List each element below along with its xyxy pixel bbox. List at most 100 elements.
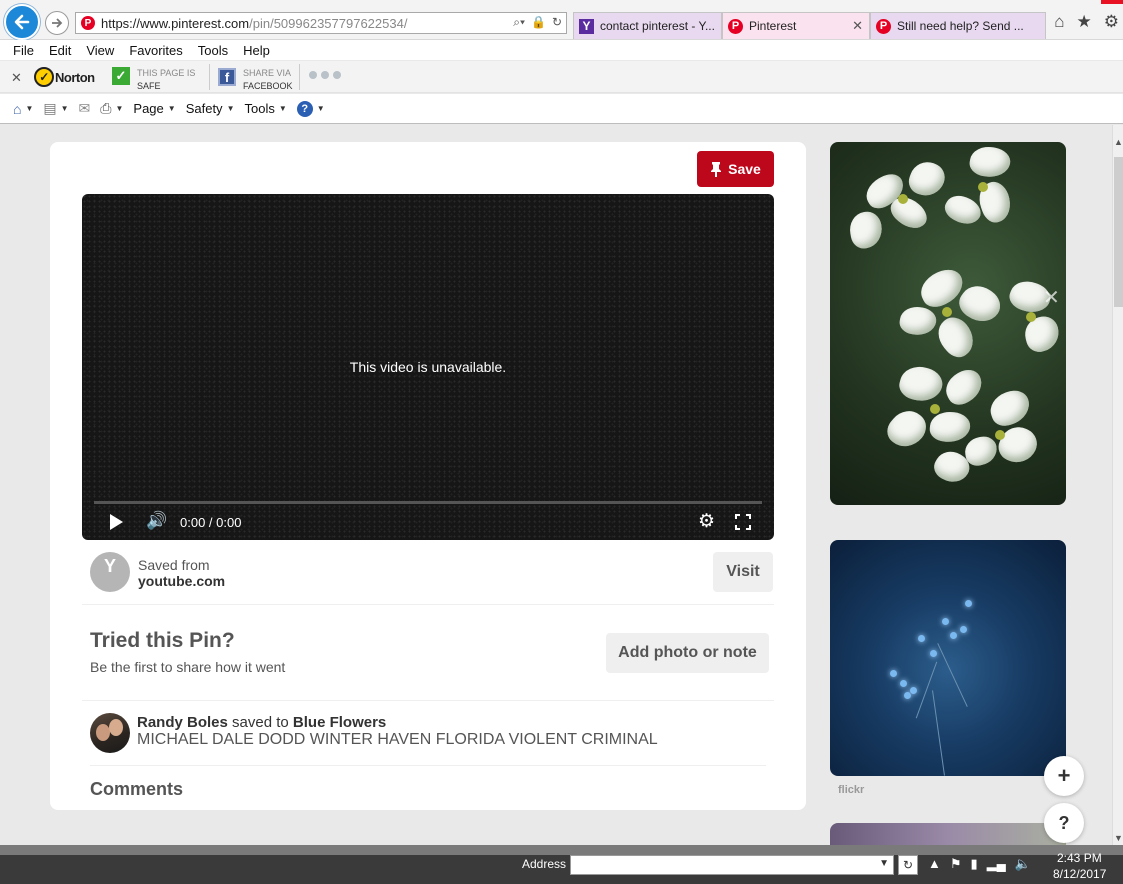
help-icon: ? bbox=[1058, 812, 1070, 833]
url-text[interactable]: https://www.pinterest.com/pin/5099623577… bbox=[101, 16, 407, 31]
fullscreen-icon[interactable] bbox=[735, 514, 751, 530]
source-initial: Y bbox=[103, 556, 116, 576]
play-icon[interactable] bbox=[110, 514, 123, 530]
lock-icon[interactable]: 🔒 bbox=[531, 15, 546, 30]
back-arrow-icon bbox=[14, 14, 30, 30]
clock-time[interactable]: 2:43 PM bbox=[1057, 851, 1102, 865]
visit-button[interactable]: Visit bbox=[713, 552, 773, 592]
taskbar-address-label: Address bbox=[522, 857, 567, 871]
scroll-up-icon[interactable]: ▲ bbox=[1114, 137, 1123, 147]
chevron-down-icon[interactable]: ▼ bbox=[879, 858, 889, 869]
forward-button[interactable] bbox=[45, 11, 69, 35]
gear-icon[interactable]: ⚙ bbox=[1104, 12, 1119, 32]
source-domain-link[interactable]: youtube.com bbox=[138, 573, 225, 589]
pin-source-label[interactable]: flickr bbox=[838, 784, 864, 796]
add-pin-button[interactable]: + bbox=[1044, 756, 1084, 796]
url-host: https://www.pinterest.com bbox=[101, 15, 250, 31]
divider bbox=[299, 64, 300, 90]
safe-check-icon[interactable]: ✓ bbox=[112, 67, 130, 85]
norton-logo[interactable]: ✓ Norton bbox=[34, 67, 95, 87]
url-path: /pin/509962357797622534/ bbox=[249, 15, 408, 31]
feeds-command[interactable]: ▤ ▼ bbox=[43, 100, 68, 117]
video-progress-bar[interactable] bbox=[94, 501, 762, 504]
safe-line-1: THIS PAGE IS bbox=[137, 68, 196, 78]
pinterest-favicon: P bbox=[81, 16, 95, 30]
saved-from-label: Saved from bbox=[138, 557, 210, 573]
volume-icon[interactable]: 🔊 bbox=[146, 511, 167, 531]
vertical-scrollbar[interactable]: ▲ ▼ bbox=[1112, 125, 1123, 845]
speaker-icon[interactable]: 🔈 bbox=[1015, 856, 1031, 872]
add-photo-note-button[interactable]: Add photo or note bbox=[606, 633, 769, 673]
system-tray: ▲ ⚑ ▮ ▂▄ 🔈 bbox=[928, 856, 1031, 872]
refresh-icon[interactable]: ↻ bbox=[898, 855, 918, 875]
battery-icon[interactable]: ▮ bbox=[971, 856, 978, 872]
forward-arrow-icon bbox=[52, 18, 63, 28]
source-avatar[interactable]: Y bbox=[90, 552, 130, 592]
menu-favorites[interactable]: Favorites bbox=[129, 43, 182, 58]
home-icon[interactable]: ⌂ bbox=[1054, 12, 1064, 32]
mail-command[interactable]: ✉ bbox=[79, 100, 91, 117]
tab-label: contact pinterest - Y... bbox=[600, 19, 715, 33]
tools-menu[interactable]: Tools ▼ bbox=[244, 101, 286, 116]
yahoo-favicon: Y bbox=[579, 18, 594, 34]
close-tab-icon[interactable]: ✕ bbox=[852, 18, 863, 34]
flag-icon[interactable]: ⚑ bbox=[950, 856, 962, 872]
page-menu[interactable]: Page ▼ bbox=[133, 101, 175, 116]
video-player[interactable]: This video is unavailable. 🔊 0:00 / 0:00… bbox=[82, 194, 774, 540]
help-menu[interactable]: ? ▼ bbox=[296, 100, 325, 117]
tab-pinterest[interactable]: P Pinterest ✕ bbox=[722, 12, 870, 39]
refresh-icon[interactable]: ↻ bbox=[552, 15, 562, 30]
scrollbar-thumb[interactable] bbox=[1114, 157, 1123, 307]
facebook-icon[interactable]: f bbox=[218, 68, 236, 86]
address-bar[interactable]: P https://www.pinterest.com/pin/50996235… bbox=[75, 12, 567, 34]
avatar[interactable] bbox=[90, 713, 130, 753]
help-button[interactable]: ? bbox=[1044, 803, 1084, 843]
help-icon: ? bbox=[296, 100, 313, 117]
safe-line-2: SAFE bbox=[137, 81, 161, 91]
tab-help[interactable]: P Still need help? Send ... bbox=[870, 12, 1046, 39]
chevron-down-icon: ▼ bbox=[226, 104, 235, 113]
plus-icon: + bbox=[1057, 763, 1071, 788]
search-icon[interactable]: ⌕▾ bbox=[513, 15, 525, 30]
chevron-down-icon: ▼ bbox=[25, 104, 34, 113]
divider bbox=[90, 765, 766, 766]
save-button[interactable]: Save bbox=[697, 151, 774, 187]
video-time: 0:00 / 0:00 bbox=[180, 515, 242, 530]
close-icon[interactable]: ✕ bbox=[1043, 285, 1060, 310]
related-pin-image-blue-flowers[interactable] bbox=[830, 540, 1066, 776]
menu-view[interactable]: View bbox=[86, 43, 114, 58]
taskbar: Address ▼ ↻ ▲ ⚑ ▮ ▂▄ 🔈 2:43 PM 8/12/2017 bbox=[0, 845, 1123, 884]
clock-date[interactable]: 8/12/2017 bbox=[1053, 867, 1106, 881]
gear-icon[interactable]: ⚙ bbox=[698, 510, 715, 533]
close-icon[interactable]: ✕ bbox=[11, 70, 22, 86]
divider bbox=[82, 700, 774, 701]
chevron-up-icon[interactable]: ▲ bbox=[928, 856, 941, 872]
print-command[interactable]: ⎙ ▼ bbox=[100, 100, 123, 117]
related-pin-image-white-flowers[interactable] bbox=[830, 142, 1066, 505]
signal-icon[interactable]: ▂▄ bbox=[987, 856, 1006, 872]
share-line-1: SHARE VIA bbox=[243, 68, 292, 78]
tab-yahoo[interactable]: Y contact pinterest - Y... bbox=[573, 12, 722, 39]
command-bar: ⌂ ▼ ▤ ▼ ✉ ⎙ ▼ Page ▼ Safety ▼ Tools ▼ ? ▼ bbox=[0, 94, 1123, 124]
menu-tools[interactable]: Tools bbox=[198, 43, 228, 58]
mail-icon: ✉ bbox=[78, 100, 91, 116]
menu-edit[interactable]: Edit bbox=[49, 43, 71, 58]
star-icon[interactable]: ★ bbox=[1077, 12, 1092, 32]
close-window-strip[interactable] bbox=[1101, 0, 1123, 4]
browser-titlebar: P https://www.pinterest.com/pin/50996235… bbox=[0, 0, 1123, 40]
saver-name-link[interactable]: Randy Boles bbox=[137, 714, 228, 731]
scroll-down-icon[interactable]: ▼ bbox=[1114, 833, 1123, 843]
home-command[interactable]: ⌂ ▼ bbox=[13, 101, 33, 117]
back-button[interactable] bbox=[4, 4, 40, 40]
share-facebook[interactable]: SHARE VIA FACEBOOK bbox=[243, 67, 293, 93]
safety-menu[interactable]: Safety ▼ bbox=[186, 101, 235, 116]
menu-file[interactable]: File bbox=[13, 43, 34, 58]
menu-help[interactable]: Help bbox=[243, 43, 270, 58]
taskbar-address-input[interactable]: ▼ bbox=[570, 855, 894, 875]
share-line-2: FACEBOOK bbox=[243, 81, 293, 91]
chevron-down-icon: ▼ bbox=[316, 104, 325, 113]
safe-status[interactable]: THIS PAGE IS SAFE bbox=[137, 67, 195, 93]
norton-check-icon: ✓ bbox=[34, 67, 54, 87]
more-dots-icon[interactable] bbox=[309, 71, 341, 79]
board-name-link[interactable]: Blue Flowers bbox=[293, 714, 386, 731]
